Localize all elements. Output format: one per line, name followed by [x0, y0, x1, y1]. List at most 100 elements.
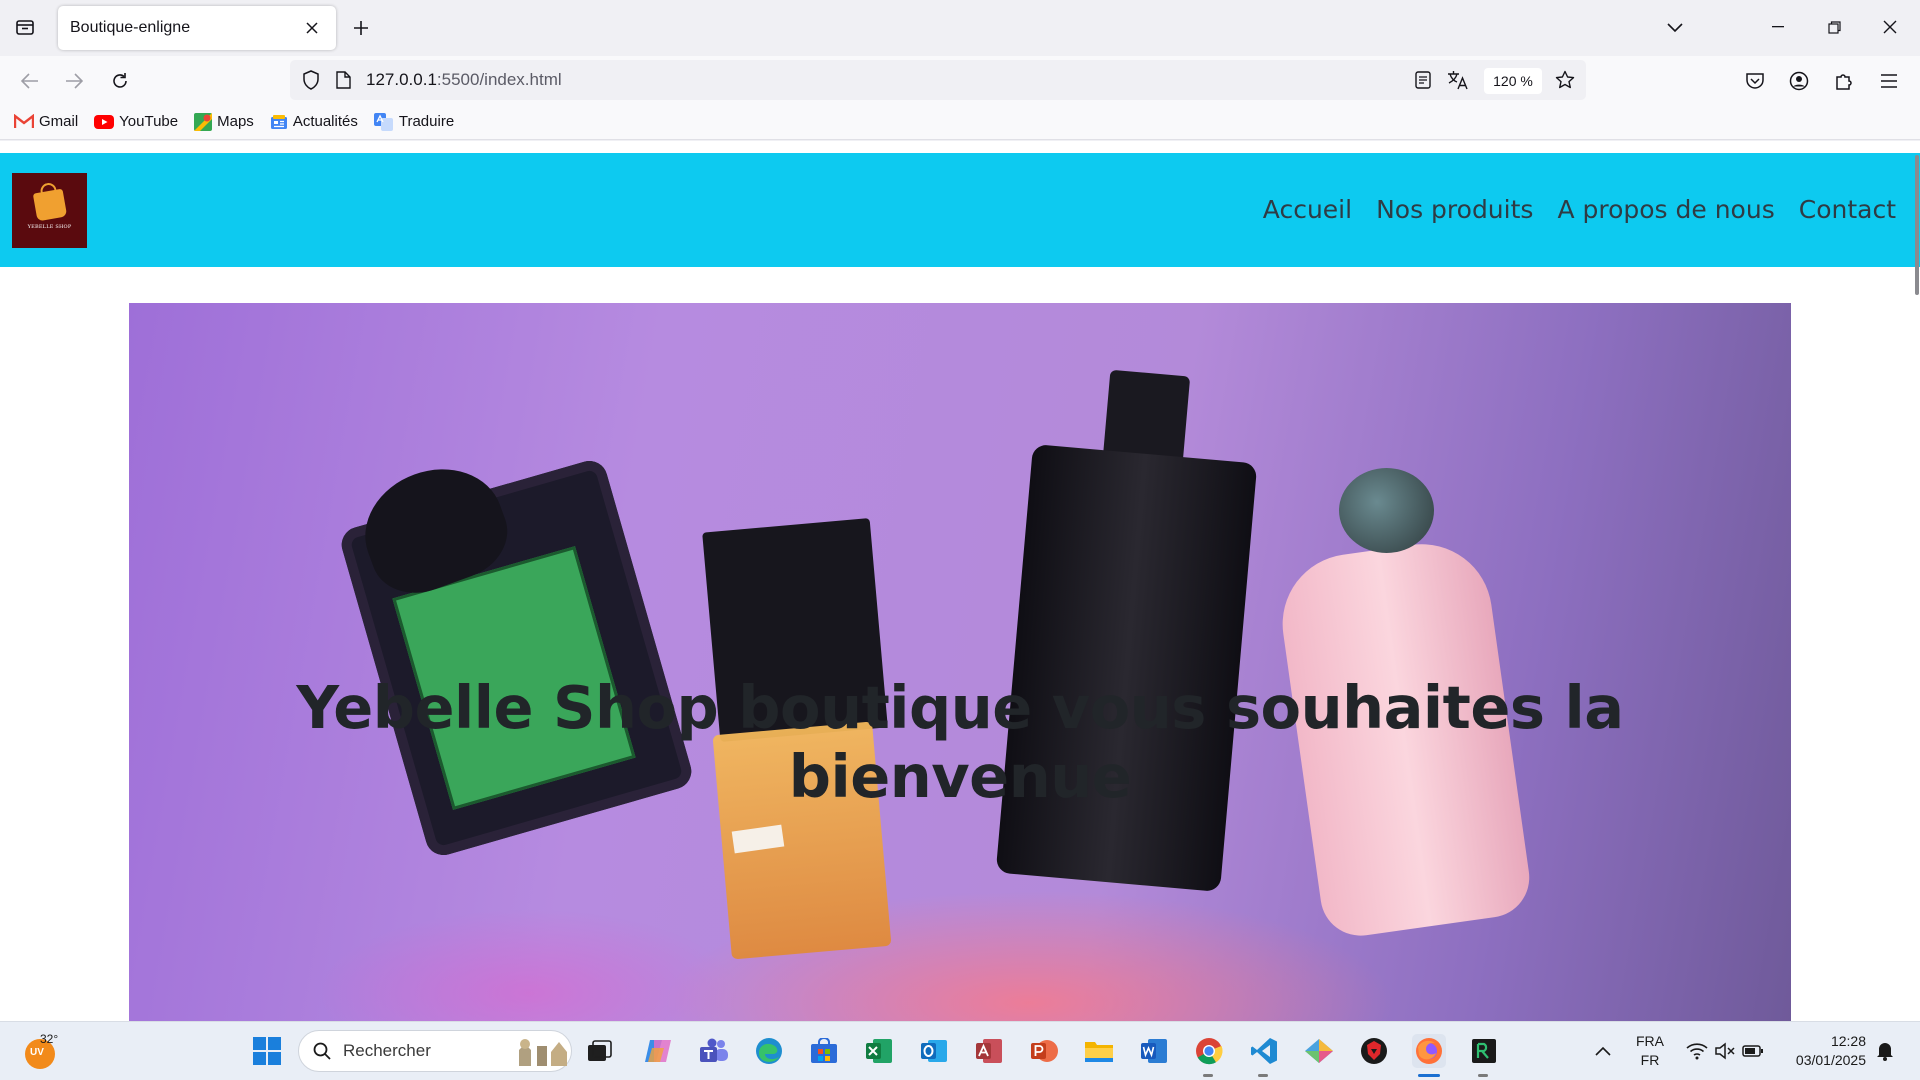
account-button[interactable]: [1782, 64, 1816, 98]
tab-title: Boutique-enligne: [70, 19, 191, 36]
zoom-level-button[interactable]: 120 %: [1484, 68, 1542, 94]
tab-close-button[interactable]: [300, 16, 324, 40]
pocket-icon: [1746, 73, 1764, 89]
page-scrollbar[interactable]: [1912, 153, 1920, 1021]
minimize-icon: [1772, 26, 1784, 28]
reload-button[interactable]: [103, 64, 137, 98]
logo-wordmark: YEBELLE SHOP: [27, 224, 72, 230]
notifications-button[interactable]: [1868, 1034, 1902, 1068]
git-gui-button[interactable]: [1302, 1034, 1336, 1068]
list-all-tabs-button[interactable]: [1660, 13, 1690, 43]
chevron-up-icon: [1595, 1046, 1611, 1056]
new-tab-button[interactable]: [346, 13, 376, 43]
chrome-icon: [1196, 1038, 1223, 1065]
restore-button[interactable]: [1806, 0, 1862, 54]
store-icon: [811, 1038, 837, 1063]
access-button[interactable]: [972, 1034, 1006, 1068]
nav-link-accueil[interactable]: Accueil: [1263, 195, 1352, 224]
chevron-down-icon: [1667, 23, 1683, 33]
menu-button[interactable]: [1872, 64, 1906, 98]
nav-link-a-propos[interactable]: A propos de nous: [1557, 195, 1774, 224]
lion-app-icon: [1361, 1038, 1387, 1064]
search-placeholder: Rechercher: [343, 1041, 431, 1060]
input-language-indicator[interactable]: FRA FR: [1636, 1032, 1664, 1070]
taskbar: UV 32° Rechercher FRA FR 12:28 03/01/202…: [0, 1021, 1920, 1080]
tab-strip: Boutique-enligne: [0, 0, 1920, 56]
address-bar[interactable]: 127.0.0.1:5500/index.html 120 %: [290, 60, 1586, 100]
bookmark-maps[interactable]: Maps: [194, 112, 254, 131]
shield-icon[interactable]: [298, 67, 324, 93]
task-view-button[interactable]: [583, 1034, 617, 1068]
perfume-bottle-black: [995, 444, 1258, 892]
scrollbar-thumb[interactable]: [1915, 155, 1919, 295]
bell-icon: [1877, 1043, 1893, 1061]
bookmark-star-icon[interactable]: [1552, 67, 1578, 93]
outlook-icon: [921, 1040, 947, 1062]
shop-logo[interactable]: YEBELLE SHOP: [12, 173, 87, 248]
page-icon[interactable]: [330, 67, 356, 93]
start-button[interactable]: [250, 1034, 284, 1068]
translate-icon[interactable]: [1445, 67, 1471, 93]
close-window-button[interactable]: [1862, 0, 1918, 54]
weather-widget[interactable]: UV 32°: [22, 1031, 64, 1073]
speaker-muted-icon: [1715, 1042, 1735, 1060]
outlook-button[interactable]: [917, 1034, 951, 1068]
chrome-button[interactable]: [1192, 1034, 1226, 1068]
tab-list-button[interactable]: [10, 12, 40, 42]
close-icon: [306, 22, 318, 34]
bookmark-label: Actualités: [292, 113, 358, 130]
account-icon: [1789, 71, 1809, 91]
page-viewport: YEBELLE SHOP Accueil Nos produits A prop…: [0, 141, 1920, 1021]
powerpoint-icon: [1031, 1040, 1058, 1062]
edge-button[interactable]: [752, 1034, 786, 1068]
minimize-button[interactable]: [1750, 0, 1806, 54]
bookmark-news[interactable]: Actualités: [270, 113, 358, 130]
nav-link-produits[interactable]: Nos produits: [1376, 195, 1533, 224]
bookmark-label: YouTube: [119, 113, 179, 130]
file-explorer-button[interactable]: [1082, 1034, 1116, 1068]
system-clock[interactable]: 12:28 03/01/2025: [1786, 1032, 1866, 1070]
copilot-button[interactable]: [641, 1034, 675, 1068]
hamburger-menu-icon: [1881, 74, 1897, 88]
extensions-button[interactable]: [1827, 64, 1861, 98]
arrow-right-icon: [66, 73, 83, 89]
reader-view-icon[interactable]: [1410, 67, 1436, 93]
taskbar-search[interactable]: Rechercher: [298, 1030, 572, 1072]
vscode-button[interactable]: [1247, 1034, 1281, 1068]
powerpoint-button[interactable]: [1027, 1034, 1061, 1068]
store-button[interactable]: [807, 1034, 841, 1068]
firefox-button[interactable]: [1412, 1034, 1446, 1068]
brave-button[interactable]: [1357, 1034, 1391, 1068]
excel-button[interactable]: [862, 1034, 896, 1068]
url-text[interactable]: 127.0.0.1:5500/index.html: [366, 70, 562, 90]
quick-settings-button[interactable]: [1680, 1034, 1770, 1068]
word-icon: [1141, 1039, 1167, 1063]
bookmark-label: Traduire: [398, 113, 455, 130]
excel-icon: [866, 1039, 892, 1063]
bookmark-youtube[interactable]: YouTube: [94, 113, 178, 130]
bookmark-gmail[interactable]: Gmail: [14, 113, 78, 130]
word-button[interactable]: [1137, 1034, 1171, 1068]
active-tab[interactable]: Boutique-enligne: [58, 6, 336, 50]
app-r-button[interactable]: [1467, 1034, 1501, 1068]
puzzle-icon: [1836, 74, 1852, 90]
edge-icon: [756, 1038, 782, 1064]
clock-date: 03/01/2025: [1795, 1052, 1866, 1068]
shopping-bag-icon: [32, 188, 67, 222]
search-icon: [313, 1042, 331, 1060]
weather-badge: UV: [30, 1047, 44, 1058]
clock-time: 12:28: [1830, 1033, 1866, 1049]
teams-button[interactable]: [697, 1034, 731, 1068]
nav-link-contact[interactable]: Contact: [1799, 195, 1896, 224]
bookmark-translate[interactable]: Traduire: [373, 112, 455, 131]
search-highlight-icon: [519, 1039, 567, 1066]
plus-icon: [354, 21, 368, 35]
back-button[interactable]: [13, 64, 47, 98]
forward-button[interactable]: [57, 64, 91, 98]
reload-icon: [113, 73, 127, 88]
copilot-icon: [645, 1040, 671, 1062]
bookmarks-toolbar: Gmail YouTube Maps Actualités Traduire: [0, 104, 1920, 140]
pocket-button[interactable]: [1738, 64, 1772, 98]
show-hidden-icons-button[interactable]: [1586, 1034, 1620, 1068]
teams-icon: [700, 1038, 728, 1062]
